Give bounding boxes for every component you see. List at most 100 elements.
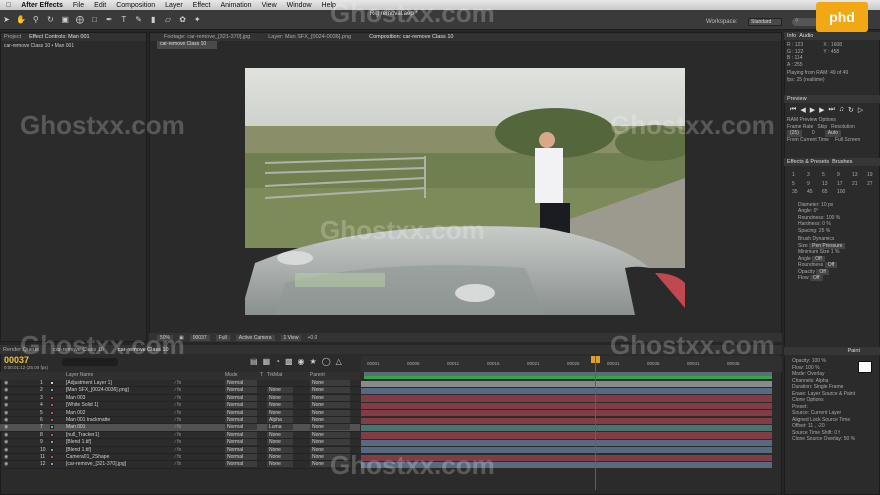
menu-window[interactable]: Window xyxy=(287,2,312,9)
layer-label-color[interactable] xyxy=(50,462,54,467)
menu-layer[interactable]: Layer xyxy=(165,2,183,9)
magnification-select[interactable]: 50% xyxy=(157,334,174,341)
layer-mode-select[interactable]: Normal xyxy=(225,409,257,416)
layer-switches-icon[interactable]: ∕ fx xyxy=(175,454,181,460)
layer-name[interactable]: [Adjustment Layer 1] xyxy=(66,380,112,386)
col-parent[interactable]: Parent xyxy=(310,372,325,378)
layer-duration-bar[interactable] xyxy=(361,424,772,432)
pen-tool-icon[interactable]: ✒ xyxy=(104,14,115,25)
layer-mode-select[interactable]: Normal xyxy=(225,394,257,401)
tab-comp-2[interactable]: car-remove Class 10 xyxy=(118,347,169,353)
snapshot-icon[interactable]: ▣ xyxy=(179,335,184,341)
dyn-size-select[interactable]: Pen Pressure xyxy=(809,242,846,249)
tab-footage[interactable]: Footage: car-remove_[321-370].jpg xyxy=(164,34,250,40)
layer-duration-bar[interactable] xyxy=(361,380,772,387)
col-t[interactable]: T xyxy=(260,372,263,378)
brush-tip[interactable]: 35 xyxy=(792,189,804,196)
layer-trkmat-select[interactable]: None xyxy=(267,453,293,460)
layer-label-color[interactable] xyxy=(50,381,54,385)
layer-trkmat-select[interactable]: None xyxy=(267,439,293,446)
aligned-checkbox[interactable]: Aligned xyxy=(792,417,809,423)
graph-editor-icon[interactable]: △ xyxy=(336,357,342,366)
comp-mini-flowchart-icon[interactable]: ▤ xyxy=(250,357,258,366)
selection-tool-icon[interactable]: ➤ xyxy=(1,14,12,25)
layer-row[interactable]: ◉ 1 [Adjustment Layer 1] ∕ fx Normal None xyxy=(0,380,360,388)
layer-label-color[interactable] xyxy=(50,425,54,430)
layer-mode-select[interactable]: Normal xyxy=(225,446,257,453)
layer-name[interactable]: Man 001 xyxy=(66,424,85,430)
tab-comp-1[interactable]: car-remove Class 10 xyxy=(53,347,104,353)
clone-source-overlay[interactable]: Clone Source Overlay: 50 % xyxy=(792,436,872,443)
layer-trkmat-select[interactable]: None xyxy=(267,461,293,468)
layer-duration-bar[interactable] xyxy=(361,387,772,395)
layer-switches-icon[interactable]: ∕ fx xyxy=(175,424,181,430)
layer-mode-select[interactable]: Normal xyxy=(225,380,257,386)
layer-trkmat-select[interactable]: Alpha xyxy=(267,416,293,423)
visibility-eye-icon[interactable]: ◉ xyxy=(4,387,8,393)
brush-tip[interactable]: 3 xyxy=(807,172,819,179)
layer-parent-select[interactable]: None xyxy=(310,380,350,386)
pan-behind-tool-icon[interactable]: ⨁ xyxy=(74,14,85,25)
layer-name[interactable]: [Blend 1.tif] xyxy=(66,447,91,453)
tab-brushes[interactable]: Brushes xyxy=(832,159,852,165)
prev-frame-icon[interactable]: ◀ xyxy=(800,106,805,114)
brush-tip[interactable]: 5 xyxy=(822,172,834,179)
layer-parent-select[interactable]: None xyxy=(310,387,350,394)
layer-switches-icon[interactable]: ∕ fx xyxy=(175,432,181,438)
layer-trkmat-select[interactable]: None xyxy=(267,394,293,401)
comp-navigator-tab[interactable]: car-remove Class 10 xyxy=(157,41,217,49)
layer-row[interactable]: ◉ 9 [Blend 1.tif] ∕ fx Normal None None xyxy=(0,439,360,447)
layer-row[interactable]: ◉ 8 [null_Tracker1] ∕ fx Normal None None xyxy=(0,431,360,440)
dyn-flow-select[interactable]: Off xyxy=(809,275,823,281)
tab-paint[interactable]: Paint xyxy=(784,347,880,355)
brush-tool-icon[interactable]: ✎ xyxy=(133,14,144,25)
camera-tool-icon[interactable]: ▣ xyxy=(60,14,71,25)
layer-parent-select[interactable]: None xyxy=(310,402,350,409)
brush-tip[interactable]: 21 xyxy=(852,181,864,188)
motion-blur-icon[interactable]: ◉ xyxy=(298,357,305,366)
time-ruler[interactable]: 00001 00006 00011 00016 00021 00026 00031 00036… xyxy=(361,356,782,372)
clone-stamp-tool-icon[interactable]: ▮ xyxy=(148,14,159,25)
menu-view[interactable]: View xyxy=(262,2,277,9)
layer-label-color[interactable] xyxy=(50,410,54,415)
layer-mode-select[interactable]: Normal xyxy=(225,439,257,446)
puppet-tool-icon[interactable]: ✦ xyxy=(192,14,203,25)
menu-app-name[interactable]: After Effects xyxy=(21,2,63,9)
timeline-search-input[interactable] xyxy=(62,358,118,366)
layer-switches-icon[interactable]: ∕ fx xyxy=(175,395,181,401)
brush-tip[interactable]: 13 xyxy=(852,172,864,179)
menu-effect[interactable]: Effect xyxy=(193,2,211,9)
foreground-color-swatch[interactable] xyxy=(858,361,872,373)
brush-tip[interactable]: 13 xyxy=(822,181,834,188)
visibility-eye-icon[interactable]: ◉ xyxy=(4,402,8,408)
visibility-eye-icon[interactable]: ◉ xyxy=(4,461,8,467)
tab-info[interactable]: Info xyxy=(787,33,796,39)
layer-switches-icon[interactable]: ∕ fx xyxy=(175,417,181,423)
brush-tip[interactable]: 27 xyxy=(867,181,879,188)
layer-mode-select[interactable]: Normal xyxy=(225,431,257,438)
brush-tip[interactable]: 9 xyxy=(837,172,849,179)
layer-mode-select[interactable]: Normal xyxy=(225,424,257,431)
tab-audio[interactable]: Audio xyxy=(799,33,813,39)
layer-trkmat-select[interactable]: Luma xyxy=(267,424,293,431)
apple-menu-icon[interactable]:  xyxy=(6,2,11,9)
view-layout-select[interactable]: 1 View xyxy=(280,334,302,341)
layer-switches-icon[interactable]: ∕ fx xyxy=(175,461,181,467)
audio-icon[interactable]: ♫ xyxy=(839,106,844,114)
zoom-tool-icon[interactable]: ⚲ xyxy=(30,14,41,25)
composition-viewer[interactable] xyxy=(245,68,685,315)
last-frame-icon[interactable]: ⏭ xyxy=(828,106,834,114)
layer-parent-select[interactable]: None xyxy=(310,394,350,401)
layer-row[interactable]: ◉ 2 [Man SFX_[0024-0036].png] ∕ fx Normal Non… xyxy=(0,387,360,395)
layer-row[interactable]: ◉ 12 [car-remove_[321-370].jpg] ∕ fx Normal N… xyxy=(0,461,360,469)
layer-label-color[interactable] xyxy=(50,432,54,437)
layer-name[interactable]: Man 001 trackmatte xyxy=(66,417,110,423)
layer-name[interactable]: [car-remove_[321-370].jpg] xyxy=(66,461,126,467)
layer-switches-icon[interactable]: ∕ fx xyxy=(175,387,181,393)
timeline-current-time[interactable]: 00037 xyxy=(4,355,29,365)
hide-shy-icon[interactable]: ◔ xyxy=(275,357,280,366)
layer-mode-select[interactable]: Normal xyxy=(225,416,257,423)
layer-label-color[interactable] xyxy=(50,440,54,445)
layer-parent-select[interactable]: None xyxy=(310,453,350,460)
layer-duration-bar[interactable] xyxy=(361,447,772,454)
